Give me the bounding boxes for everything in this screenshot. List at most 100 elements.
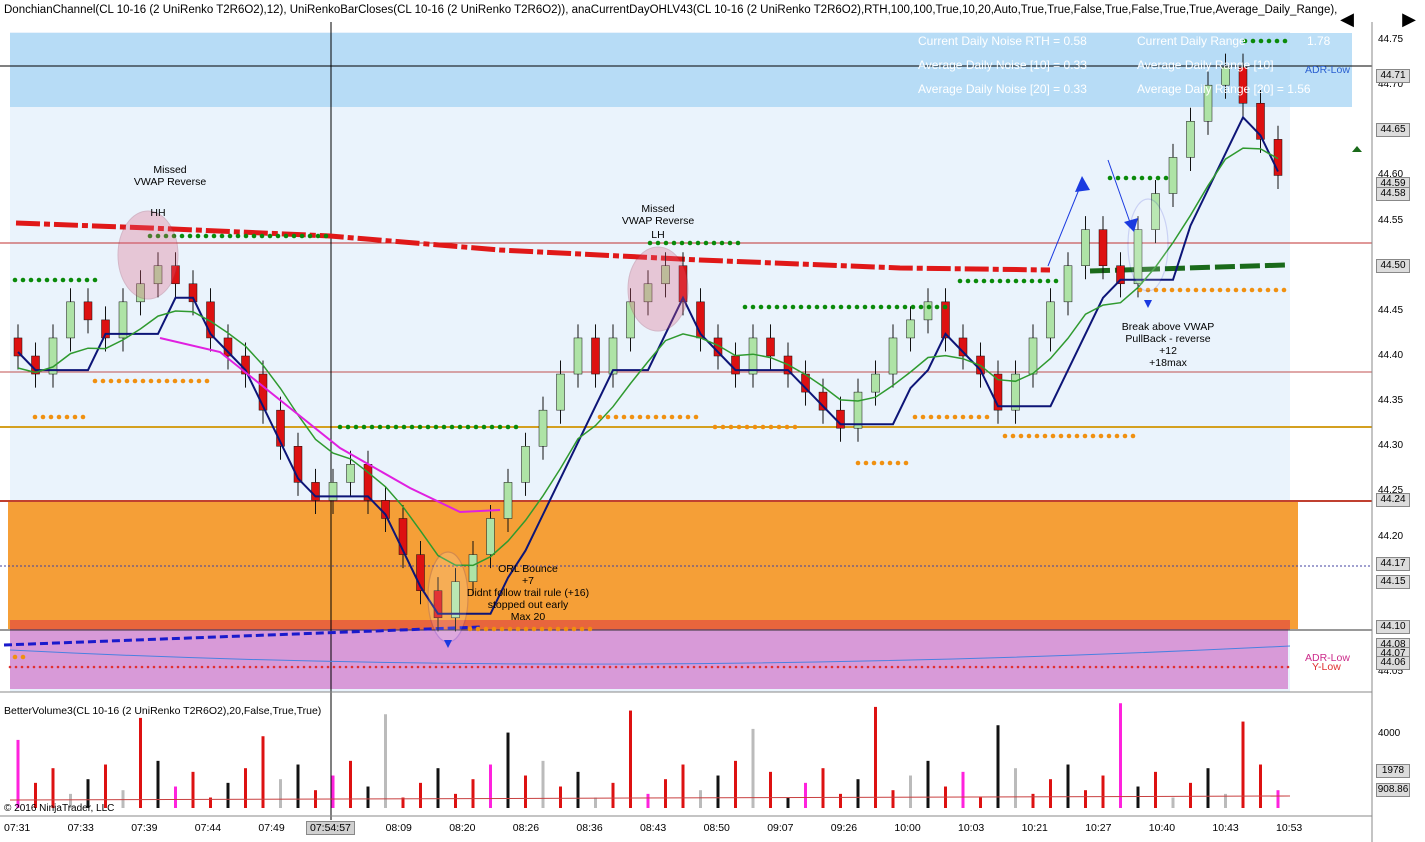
level-dot: [337, 424, 343, 430]
y-low-dot: [1274, 665, 1278, 669]
label-y-low: Y-Low: [1312, 661, 1341, 673]
y-low-dot: [974, 665, 978, 669]
level-dot: [871, 460, 877, 466]
candle-body: [748, 337, 758, 375]
annotation-lh: LH: [651, 229, 665, 241]
volume-bar: [646, 793, 650, 808]
price-level-badge: 44.71: [1376, 69, 1410, 84]
level-dot: [1090, 433, 1096, 439]
level-dot: [887, 460, 893, 466]
volume-axis-tick: 4000: [1378, 728, 1401, 739]
y-low-dot: [872, 665, 876, 669]
y-low-dot: [944, 665, 948, 669]
level-dot: [928, 414, 934, 420]
time-tick-label: 07:39: [131, 822, 158, 834]
level-dot: [830, 304, 836, 310]
y-low-dot: [1160, 665, 1164, 669]
level-dot: [711, 240, 717, 246]
level-dot: [1114, 433, 1120, 439]
time-tick-label: 10:21: [1021, 822, 1048, 834]
y-low-dot: [218, 665, 222, 669]
level-dot: [879, 460, 885, 466]
level-dot: [187, 233, 193, 239]
level-dot: [68, 277, 74, 283]
candle-body: [521, 446, 530, 483]
y-low-dot: [938, 665, 942, 669]
highlight-ellipse: [627, 246, 689, 332]
y-low-dot: [374, 665, 378, 669]
time-tick-label: 10:27: [1085, 822, 1112, 834]
y-low-dot: [638, 665, 642, 669]
y-low-dot: [146, 665, 150, 669]
level-dot: [179, 233, 185, 239]
candle-body: [346, 464, 355, 483]
level-dot: [637, 414, 643, 420]
time-tick-label: 10:03: [958, 822, 985, 834]
level-dot: [910, 304, 916, 310]
y-low-dot: [284, 665, 288, 669]
level-dot: [790, 304, 796, 310]
volume-bar: [629, 710, 632, 808]
time-tick-label: 07:49: [258, 822, 285, 834]
scroll-right-button[interactable]: ▶: [1398, 8, 1420, 30]
y-low-dot: [32, 665, 36, 669]
level-dot: [621, 414, 627, 420]
volume-bar: [1119, 703, 1122, 808]
y-low-dot: [998, 665, 1002, 669]
y-low-dot: [614, 665, 618, 669]
y-low-dot: [530, 665, 534, 669]
level-dot: [960, 414, 966, 420]
y-low-dot: [716, 665, 720, 669]
y-low-dot: [500, 665, 504, 669]
level-dot: [491, 626, 497, 632]
y-low-dot: [596, 665, 600, 669]
level-dot: [653, 414, 659, 420]
y-low-dot: [98, 665, 102, 669]
current-daily-range: Current Daily Range: [1137, 34, 1246, 48]
volume-bar: [1189, 782, 1192, 808]
scroll-left-button[interactable]: ◀: [1336, 8, 1358, 30]
level-dot: [768, 424, 774, 430]
level-dot: [531, 626, 537, 632]
y-low-dot: [242, 665, 246, 669]
y-low-dot: [1130, 665, 1134, 669]
volume-bar: [716, 775, 720, 808]
y-low-dot: [254, 665, 258, 669]
y-low-dot: [908, 665, 912, 669]
volume-bar: [471, 779, 475, 808]
y-low-dot: [866, 665, 870, 669]
y-low-dot: [386, 665, 390, 669]
level-dot: [1139, 175, 1145, 181]
y-low-dot: [818, 665, 822, 669]
y-low-dot: [1004, 665, 1008, 669]
level-dot: [513, 424, 519, 430]
level-dot: [28, 277, 34, 283]
level-dot: [894, 304, 900, 310]
y-low-dot: [632, 665, 636, 669]
price-level-badge: 44.50: [1376, 258, 1410, 273]
y-low-dot: [56, 665, 60, 669]
y-low-dot: [692, 665, 696, 669]
y-low-dot: [350, 665, 354, 669]
y-low-dot: [110, 665, 114, 669]
y-low-dot: [776, 665, 780, 669]
y-low-dot: [80, 665, 84, 669]
volume-bar: [104, 764, 107, 808]
volume-bar: [1259, 764, 1262, 808]
level-dot: [1066, 433, 1072, 439]
y-low-dot: [848, 665, 852, 669]
level-dot: [369, 424, 375, 430]
y-low-dot: [884, 665, 888, 669]
level-dot: [539, 626, 545, 632]
level-dot: [195, 233, 201, 239]
y-low-dot: [392, 665, 396, 669]
level-dot: [259, 233, 265, 239]
y-low-dot: [1118, 665, 1122, 669]
y-low-dot: [356, 665, 360, 669]
y-low-dot: [1196, 665, 1200, 669]
level-dot: [719, 240, 725, 246]
level-dot: [385, 424, 391, 430]
y-low-dot: [650, 665, 654, 669]
candle-body: [1028, 337, 1038, 375]
level-dot: [457, 424, 463, 430]
